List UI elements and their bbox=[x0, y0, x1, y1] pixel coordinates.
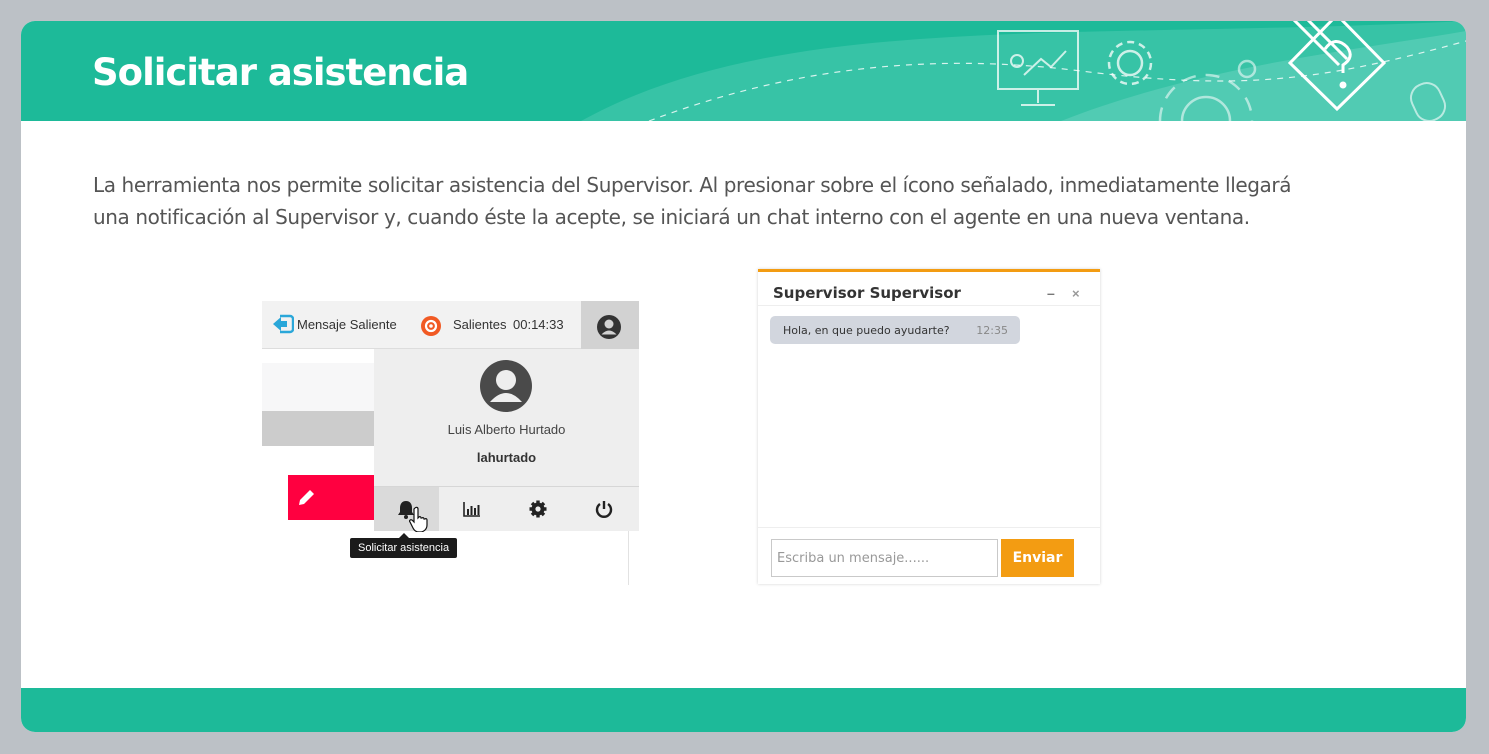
power-icon bbox=[595, 501, 613, 518]
chat-header: Supervisor Supervisor – × bbox=[758, 272, 1100, 306]
slide: Solicitar asistencia La herramienta nos … bbox=[21, 21, 1466, 732]
divider bbox=[628, 530, 629, 585]
outgoing-message-icon[interactable] bbox=[272, 314, 294, 334]
user-full-name: Luis Alberto Hurtado bbox=[447, 422, 566, 437]
chat-title: Supervisor Supervisor bbox=[773, 284, 961, 302]
edit-button[interactable] bbox=[288, 475, 374, 520]
description-text: La herramienta nos permite solicitar asi… bbox=[93, 173, 1292, 229]
bar-chart-icon bbox=[463, 502, 480, 517]
user-dropdown: Luis Alberto Hurtado lahurtado bbox=[374, 349, 639, 531]
message-text: Hola, en que puedo ayudarte? bbox=[783, 324, 950, 337]
page-title: Solicitar asistencia bbox=[92, 51, 469, 94]
campaign-status-icon bbox=[421, 316, 441, 336]
agent-topbar: Mensaje Saliente Salientes 00:14:33 bbox=[262, 301, 639, 349]
statistics-button[interactable] bbox=[440, 487, 505, 531]
user-avatar-icon bbox=[597, 315, 621, 339]
request-assistance-button[interactable] bbox=[374, 487, 439, 531]
chat-footer: Enviar bbox=[758, 527, 1100, 584]
settings-button[interactable] bbox=[506, 487, 571, 531]
message-time: 12:35 bbox=[976, 324, 1008, 337]
user-menu-button[interactable] bbox=[581, 301, 639, 349]
username: lahurtado bbox=[476, 450, 537, 465]
hand-cursor-icon bbox=[409, 506, 428, 532]
side-panel-row bbox=[262, 363, 374, 411]
pencil-icon bbox=[299, 490, 314, 505]
footer-bar bbox=[21, 688, 1466, 732]
call-timer: 00:14:33 bbox=[513, 317, 564, 332]
logout-button[interactable] bbox=[572, 487, 637, 531]
chat-window: Supervisor Supervisor – × Hola, en que p… bbox=[758, 269, 1100, 584]
profile-avatar-icon bbox=[480, 360, 532, 412]
side-panel-bar bbox=[262, 411, 374, 446]
header-banner: Solicitar asistencia bbox=[21, 21, 1466, 121]
campaign-label: Salientes bbox=[453, 317, 507, 332]
agent-screenshot: Mensaje Saliente Salientes 00:14:33 Luis… bbox=[262, 301, 639, 585]
tooltip: Solicitar asistencia bbox=[350, 533, 458, 558]
close-icon[interactable]: × bbox=[1072, 286, 1080, 301]
chat-message: Hola, en que puedo ayudarte? 12:35 bbox=[770, 316, 1020, 344]
send-button[interactable]: Enviar bbox=[1001, 539, 1074, 577]
gear-icon bbox=[529, 500, 547, 518]
message-input[interactable] bbox=[771, 539, 998, 577]
minimize-icon[interactable]: – bbox=[1047, 285, 1055, 301]
outgoing-message-label[interactable]: Mensaje Saliente bbox=[297, 317, 397, 332]
